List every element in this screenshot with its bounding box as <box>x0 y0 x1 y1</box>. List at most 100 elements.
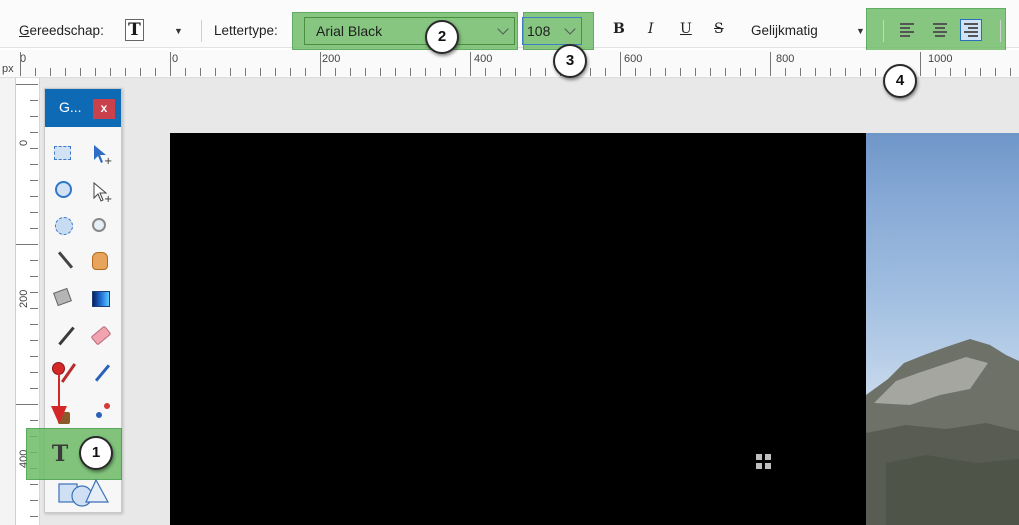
ruler-tick <box>500 68 501 76</box>
ruler-tick <box>680 68 681 76</box>
ruler-tick <box>30 228 38 229</box>
ruler-tick <box>290 68 291 76</box>
ruler-tick <box>770 52 771 76</box>
font-size-select[interactable]: 108 <box>522 17 582 45</box>
magic-wand-icon[interactable] <box>56 250 78 272</box>
ruler-tick <box>260 68 261 76</box>
underline-button[interactable]: U <box>680 21 692 37</box>
ruler-label: 200 <box>322 53 341 65</box>
antialias-caret-icon[interactable]: ▼ <box>856 26 865 36</box>
ellipse-select-icon[interactable] <box>55 217 73 235</box>
ruler-label: 800 <box>776 53 795 65</box>
mountain-photo-graphic <box>866 339 1019 525</box>
ruler-tick <box>185 68 186 76</box>
ruler-tick <box>755 68 756 76</box>
color-picker-glyph <box>94 364 111 382</box>
ruler-tick <box>155 68 156 76</box>
ruler-tick <box>860 68 861 76</box>
lasso-select-icon[interactable] <box>55 181 72 198</box>
ruler-tick <box>305 68 306 76</box>
antialias-select[interactable]: Gelijkmatig <box>751 22 818 40</box>
ruler-tick <box>365 68 366 76</box>
bold-button[interactable]: B <box>613 21 625 37</box>
align-center-icon[interactable] <box>929 19 951 41</box>
ruler-tick <box>485 68 486 76</box>
move-handle-icon[interactable] <box>756 454 772 470</box>
ruler-tick <box>30 260 38 261</box>
move-selection-icon[interactable]: + <box>90 143 112 167</box>
ruler-tick <box>335 68 336 76</box>
gradient-icon[interactable] <box>92 291 110 307</box>
move-selected-icon[interactable]: + <box>90 181 112 205</box>
font-size-value: 108 <box>527 23 551 39</box>
move-selection-glyph: + <box>94 145 112 167</box>
ruler-tick <box>30 212 38 213</box>
pan-icon[interactable] <box>92 252 108 270</box>
ruler-tick <box>440 68 441 76</box>
ruler-tick <box>16 404 38 405</box>
ruler-label: 600 <box>624 53 643 65</box>
ruler-tick <box>635 68 636 76</box>
ruler-tick <box>35 68 36 76</box>
tools-panel-header[interactable]: G... x <box>45 89 121 127</box>
font-label: Lettertype: <box>214 23 278 38</box>
ruler-tick <box>95 68 96 76</box>
move-selected-glyph: + <box>93 181 112 205</box>
tool-dropdown-caret-icon[interactable]: ▼ <box>174 26 183 36</box>
ruler-tick <box>30 116 38 117</box>
ruler-tick <box>590 68 591 76</box>
ruler-tick <box>980 68 981 76</box>
rectangle-select-icon[interactable] <box>54 146 71 160</box>
ruler-tick <box>995 68 996 76</box>
ruler-tick <box>30 420 38 421</box>
font-family-value: Arial Black <box>316 23 383 39</box>
ruler-tick <box>605 68 606 76</box>
horizontal-ruler: px 0 0 200 400 600 800 1000 <box>0 50 1019 78</box>
current-tool-icon[interactable]: T <box>125 19 144 41</box>
align-left-icon[interactable] <box>897 19 919 41</box>
ruler-tick <box>30 500 38 501</box>
recolor-icon[interactable] <box>92 400 114 422</box>
ruler-tick <box>935 68 936 76</box>
color-picker-icon[interactable] <box>92 363 114 385</box>
ruler-tick <box>30 372 38 373</box>
ruler-tick <box>140 68 141 76</box>
shapes-icon[interactable] <box>58 478 110 507</box>
ruler-tick <box>30 292 38 293</box>
ruler-tick <box>965 68 966 76</box>
close-button[interactable]: x <box>93 99 115 119</box>
ruler-tick <box>30 100 38 101</box>
canvas-image-mountain-photo[interactable] <box>866 133 1019 525</box>
ruler-tick <box>30 388 38 389</box>
ruler-tick <box>20 52 21 76</box>
ruler-tick <box>30 308 38 309</box>
svg-text:+: + <box>104 194 112 203</box>
ruler-tick <box>920 52 921 76</box>
tool-label-access-key: G <box>19 23 30 38</box>
ruler-tick <box>275 68 276 76</box>
ruler-tick <box>215 68 216 76</box>
text-icon[interactable]: T <box>48 442 72 466</box>
ruler-tick <box>650 68 651 76</box>
ruler-tick <box>425 68 426 76</box>
tool-label-rest: ereedschap: <box>29 23 104 38</box>
align-right-icon[interactable] <box>960 19 982 41</box>
paintbrush-icon[interactable] <box>56 325 78 347</box>
ruler-tick <box>545 68 546 76</box>
tool-label: Gereedschap: <box>19 22 104 40</box>
ruler-tick <box>30 356 38 357</box>
font-family-select[interactable]: Arial Black <box>304 17 515 45</box>
zoom-icon[interactable] <box>92 218 106 232</box>
callout-1: 1 <box>79 436 113 470</box>
ruler-tick <box>30 196 38 197</box>
ruler-tick <box>1010 68 1011 76</box>
ruler-tick <box>740 68 741 76</box>
ruler-tick <box>785 68 786 76</box>
ruler-tick <box>695 68 696 76</box>
callout-4: 4 <box>883 64 917 98</box>
ruler-tick <box>65 68 66 76</box>
ruler-tick <box>830 68 831 76</box>
strikethrough-button[interactable]: S <box>714 21 724 37</box>
ruler-tick <box>30 340 38 341</box>
italic-button[interactable]: I <box>648 21 654 37</box>
